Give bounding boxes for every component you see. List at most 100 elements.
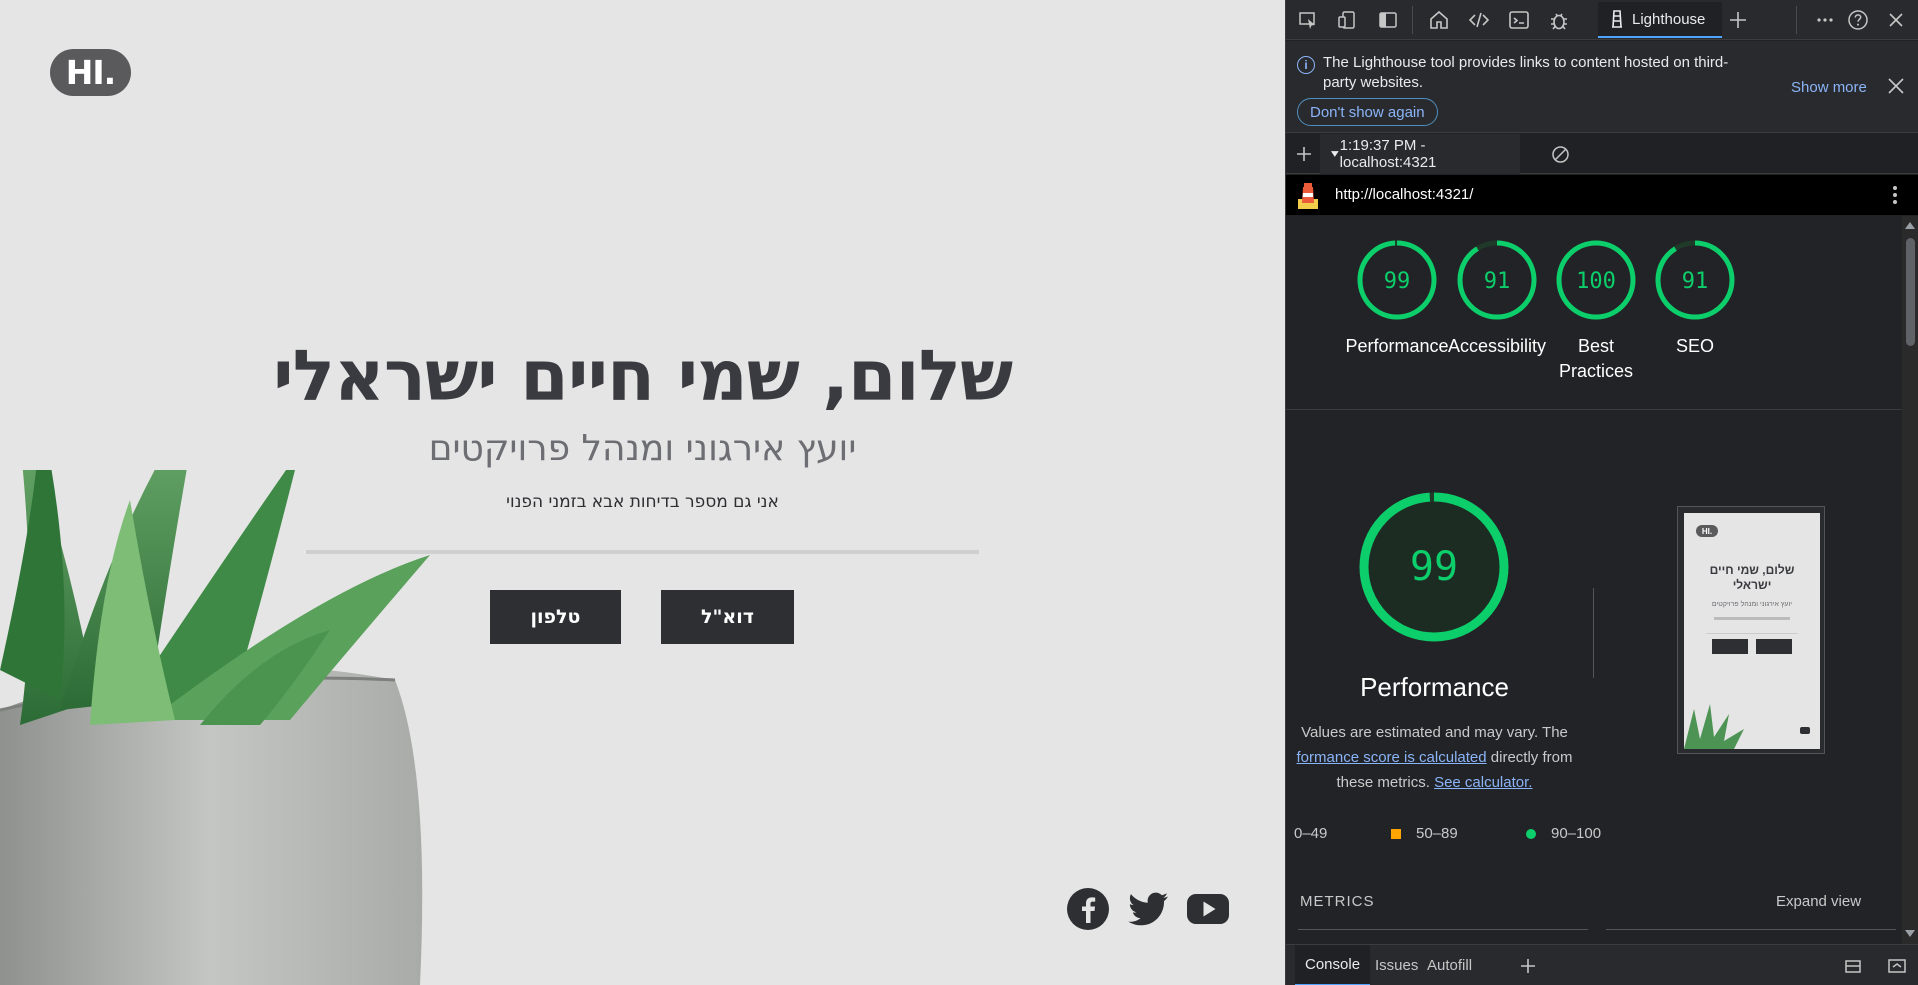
gauge-label: Best Practices xyxy=(1558,336,1634,381)
report-select-value: 1:19:37 PM - localhost:4321 xyxy=(1339,137,1437,171)
lighthouse-icon xyxy=(1612,10,1622,28)
metrics-rule-right xyxy=(1606,929,1896,930)
tabbar-separator xyxy=(1412,6,1413,34)
thumbnail-text-line xyxy=(1714,617,1790,620)
thumbnail-email-button xyxy=(1756,639,1792,654)
dropdown-arrow-icon xyxy=(1330,151,1339,157)
gauge-score: 100 xyxy=(1576,269,1616,294)
thumbnail-divider xyxy=(1706,633,1798,634)
succulent-plant-image xyxy=(0,470,430,985)
performance-score-large: 99 xyxy=(1410,544,1458,590)
report-url-bar: http://localhost:4321/ xyxy=(1286,175,1918,215)
thumbnail-subtitle: יועץ אירגוני ומנהל פרויקטים xyxy=(1711,601,1793,608)
gauge-score: 91 xyxy=(1484,269,1511,294)
new-report-icon[interactable] xyxy=(1296,146,1312,162)
legend-range: 50–89 xyxy=(1416,825,1458,842)
legend-item: 50–89 xyxy=(1391,825,1458,842)
info-icon: i xyxy=(1297,56,1315,74)
add-drawer-tab-icon[interactable] xyxy=(1520,958,1536,974)
dock-drawer-icon[interactable] xyxy=(1843,956,1863,976)
welcome-home-icon[interactable] xyxy=(1427,8,1451,32)
gauge-label: Accessibility xyxy=(1447,336,1547,356)
more-menu-icon[interactable] xyxy=(1813,8,1837,32)
report-scrollbar[interactable] xyxy=(1902,216,1918,944)
legend-item: 0–49 xyxy=(1294,825,1327,842)
drawer-tab-console[interactable]: Console xyxy=(1295,945,1371,985)
inspect-element-icon[interactable] xyxy=(1296,8,1320,32)
final-screenshot-thumbnail[interactable]: HI. שלום, שמי חיים ישראלי יועץ אירגוני ו… xyxy=(1677,506,1825,754)
thumbnail-phone-button xyxy=(1712,639,1748,654)
thumbnail-title: שלום, שמי חיים ישראלי xyxy=(1709,563,1795,592)
score-calculated-link[interactable]: formance score is calculated xyxy=(1297,749,1487,766)
help-icon[interactable] xyxy=(1846,8,1870,32)
infobar-message: The Lighthouse tool provides links to co… xyxy=(1323,54,1729,91)
report-url[interactable]: http://localhost:4321/ xyxy=(1335,186,1473,203)
hero-subtitle: יועץ אירגוני ומנהל פרויקטים xyxy=(428,428,857,469)
legend-item: 90–100 xyxy=(1526,825,1601,842)
devtools-drawer: Console Issues Autofill xyxy=(1286,944,1918,985)
scrollbar-thumb[interactable] xyxy=(1906,238,1915,346)
clear-reports-icon[interactable] xyxy=(1551,145,1570,164)
tabbar-separator xyxy=(1796,6,1797,34)
add-panel-icon[interactable] xyxy=(1726,8,1750,32)
legend-range: 0–49 xyxy=(1294,825,1328,842)
tab-lighthouse-label: Lighthouse xyxy=(1632,10,1706,28)
gauge-seo[interactable]: 91 xyxy=(1654,239,1736,321)
twitter-icon[interactable] xyxy=(1126,887,1170,931)
close-devtools-icon[interactable] xyxy=(1884,8,1908,32)
gauge-performance[interactable]: 99 xyxy=(1356,239,1438,321)
drawer-tab-autofill[interactable]: Autofill xyxy=(1417,945,1482,985)
email-button[interactable]: דוא"ל xyxy=(661,590,794,644)
hero-divider xyxy=(306,550,979,554)
hero-tagline: אני גם מספר בדיחות אבא בזמני הפנוי xyxy=(506,492,779,512)
close-icon[interactable] xyxy=(1885,75,1907,97)
average-square-icon xyxy=(1391,828,1401,839)
report-menu-icon[interactable] xyxy=(1892,185,1898,205)
youtube-icon[interactable] xyxy=(1186,887,1230,931)
gauge-score: 91 xyxy=(1682,269,1709,294)
thumbnail-page: HI. שלום, שמי חיים ישראלי יועץ אירגוני ו… xyxy=(1684,513,1820,749)
show-more-link[interactable]: Show more xyxy=(1791,79,1867,96)
report-select[interactable]: 1:19:37 PM - localhost:4321 xyxy=(1320,134,1520,174)
devtools-panel: Lighthouse i The Lighthouse tool provide… xyxy=(1285,0,1918,985)
gauge-accessibility[interactable]: 91 xyxy=(1456,239,1538,321)
legend-range: 90–100 xyxy=(1551,825,1602,842)
performance-note: Values are estimated and may vary. The f… xyxy=(1286,720,1583,795)
expand-view-toggle[interactable]: Expand view xyxy=(1776,893,1861,910)
scroll-up-arrow-icon[interactable] xyxy=(1905,222,1915,229)
thumbnail-logo: HI. xyxy=(1696,525,1718,537)
console-icon[interactable] xyxy=(1507,8,1531,32)
gauge-label: Performance xyxy=(1345,336,1449,356)
lighthouse-logo-icon xyxy=(1298,183,1318,209)
hero-title: שלום, שמי חיים ישראלי xyxy=(272,335,1013,417)
website-viewport: HI. שלום, שמי חיים ישראלי יועץ אירגוני ו… xyxy=(0,0,1285,985)
device-toolbar-icon[interactable] xyxy=(1335,8,1359,32)
scroll-down-arrow-icon[interactable] xyxy=(1905,930,1915,937)
phone-button[interactable]: טלפון xyxy=(490,590,621,644)
gauge-score: 99 xyxy=(1384,269,1411,294)
perf-note-prefix: Values are estimated and may vary. The xyxy=(1301,724,1568,741)
facebook-icon[interactable] xyxy=(1066,887,1110,931)
tab-lighthouse[interactable]: Lighthouse xyxy=(1598,2,1722,38)
site-logo[interactable]: HI. xyxy=(50,49,131,96)
metrics-rule-left xyxy=(1298,929,1588,930)
report-toolbar: 1:19:37 PM - localhost:4321 xyxy=(1286,134,1918,174)
see-calculator-link[interactable]: See calculator. xyxy=(1434,774,1532,791)
gauge-label: SEO xyxy=(1675,336,1714,356)
pass-circle-icon xyxy=(1526,828,1536,839)
sources-bug-icon[interactable] xyxy=(1547,8,1571,32)
dock-side-icon[interactable] xyxy=(1376,8,1400,32)
report-divider xyxy=(1286,409,1902,410)
performance-title: Performance xyxy=(1360,672,1509,702)
elements-code-icon[interactable] xyxy=(1467,8,1491,32)
gauge-best-practices[interactable]: 100 xyxy=(1555,239,1637,321)
thumbnail-youtube-icon xyxy=(1800,727,1810,734)
lighthouse-report: 99 Performance 91 Accessibility 100 Best Prac… xyxy=(1286,216,1902,944)
devtools-tabbar: Lighthouse xyxy=(1286,0,1918,40)
performance-gauge-large[interactable]: 99 xyxy=(1358,491,1510,643)
dont-show-again-button[interactable]: Don't show again xyxy=(1297,98,1438,126)
thumbnail-plant xyxy=(1684,704,1744,749)
metrics-heading: METRICS xyxy=(1300,893,1375,910)
third-party-infobar: i The Lighthouse tool provides links to … xyxy=(1286,41,1918,133)
close-drawer-icon[interactable] xyxy=(1887,956,1907,976)
